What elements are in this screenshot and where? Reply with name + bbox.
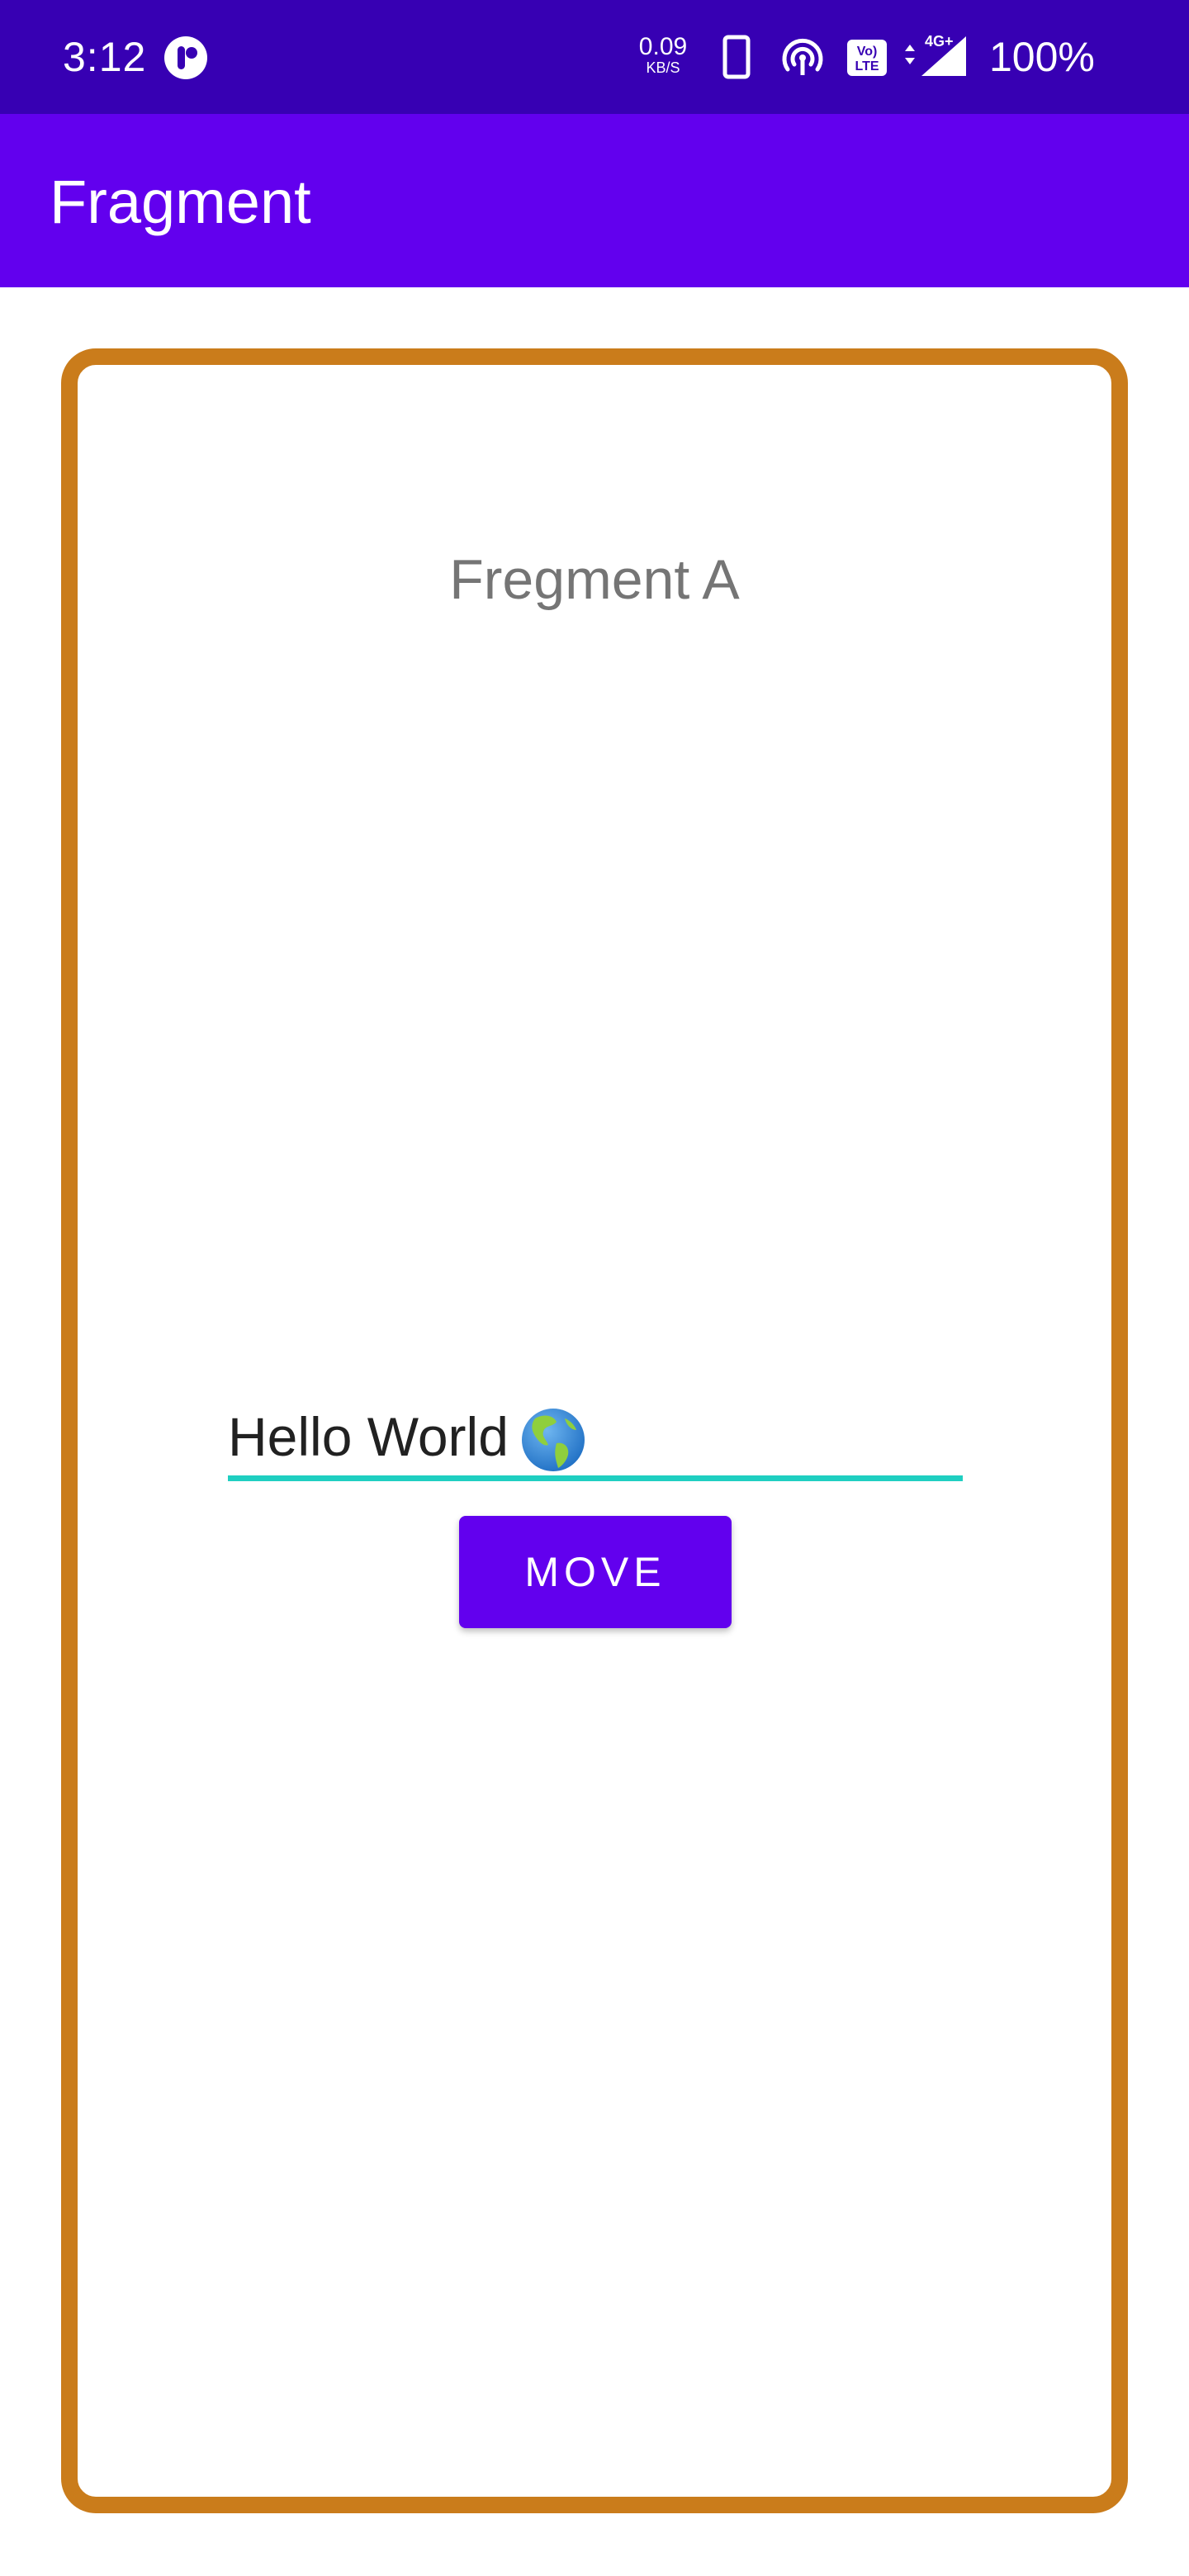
globe-americas-icon [522,1409,585,1471]
status-time: 3:12 [63,34,147,80]
volte-icon: Vo) LTE [847,40,887,76]
status-bar: 3:12 0.09 KB/S Vo) LTE 4G+ 100% [0,0,1189,114]
svg-text:Vo): Vo) [857,45,878,59]
signal-4g-icon: 4G+ [905,33,966,76]
network-speed: 0.09 KB/S [634,33,692,77]
fragment-container: Fregment A Hello World MOVE [61,348,1128,2513]
battery-percent: 100% [989,34,1095,80]
network-speed-value: 0.09 [638,33,688,60]
input-underline [228,1475,963,1481]
hotspot-icon [782,38,823,75]
fragment-title: Fregment A [449,548,740,611]
network-speed-unit: KB/S [646,59,680,76]
app-bar: Fragment [0,114,1189,287]
app-notification-icon [164,36,207,79]
move-button[interactable]: MOVE [459,1516,732,1628]
svg-text:LTE: LTE [855,59,879,73]
message-input-value[interactable]: Hello World [228,1404,509,1470]
svg-text:4G+: 4G+ [925,33,954,50]
phone-icon [722,35,751,79]
app-title: Fragment [50,168,311,236]
message-input[interactable]: Hello World [228,1389,963,1481]
